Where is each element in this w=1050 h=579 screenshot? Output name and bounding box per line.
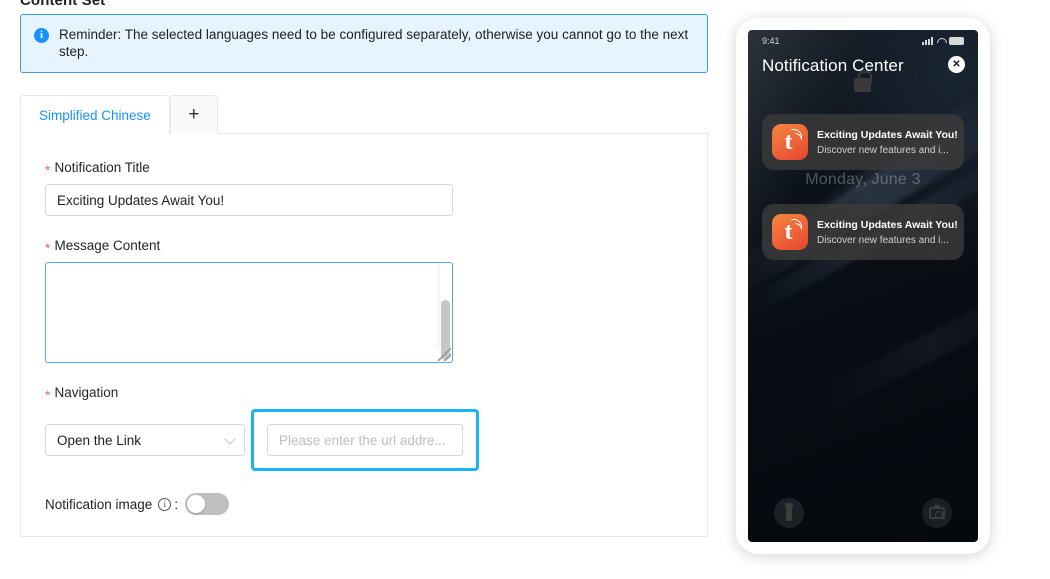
- notification-title-group: * Notification Title: [45, 160, 683, 216]
- camera-button[interactable]: [922, 498, 952, 528]
- message-content-textarea[interactable]: [45, 262, 453, 363]
- close-icon[interactable]: ✕: [948, 56, 965, 73]
- navigation-row: Open the Link: [45, 409, 683, 471]
- notification-body: Exciting Updates Await You! Discover new…: [817, 218, 958, 246]
- label-text: Notification image: [45, 496, 153, 512]
- wallpaper-streak: [798, 263, 978, 423]
- form-panel: * Notification Title * Message Content: [20, 133, 708, 537]
- message-content-group: * Message Content: [45, 238, 683, 363]
- required-marker: *: [45, 386, 51, 403]
- notification-card[interactable]: t Exciting Updates Await You! Discover n…: [762, 204, 964, 260]
- chevron-down-icon: [224, 433, 236, 445]
- plus-icon: +: [188, 104, 200, 125]
- notification-title-label: * Notification Title: [45, 160, 683, 178]
- label-colon: :: [174, 496, 179, 512]
- lock-icon: [854, 71, 872, 92]
- phone-bottom-bar: [748, 498, 978, 528]
- cellular-signal-icon: [922, 37, 933, 45]
- navigation-type-value: Open the Link: [57, 432, 142, 448]
- notification-title: Exciting Updates Await You!: [817, 218, 958, 231]
- notification-body: Exciting Updates Await You! Discover new…: [817, 128, 958, 156]
- notification-image-row: Notification image :: [45, 493, 683, 515]
- wifi-icon: [936, 37, 946, 45]
- phone-screen: 9:41 Notification Center ✕ Monday, June …: [748, 30, 978, 542]
- notification-subtitle: Discover new features and i...: [817, 144, 949, 156]
- tab-label: Simplified Chinese: [39, 107, 151, 123]
- reminder-alert-text: Reminder: The selected languages need to…: [59, 27, 689, 59]
- message-content-label: * Message Content: [45, 238, 683, 256]
- message-content-wrapper: [45, 262, 453, 363]
- add-language-tab-button[interactable]: +: [169, 95, 218, 134]
- form-column: Reminder: The selected languages need to…: [20, 14, 708, 537]
- navigation-type-select[interactable]: Open the Link: [45, 424, 245, 456]
- navigation-label: * Navigation: [45, 385, 683, 403]
- url-input[interactable]: [267, 424, 463, 456]
- info-circle-outline-icon[interactable]: [158, 497, 172, 511]
- status-bar-icons: [922, 37, 964, 45]
- required-marker: *: [45, 239, 51, 256]
- notification-image-label: Notification image: [45, 496, 172, 512]
- lockscreen-date: Monday, June 3: [805, 171, 921, 188]
- phone-preview-frame: 9:41 Notification Center ✕ Monday, June …: [736, 18, 990, 554]
- notification-subtitle: Discover new features and i...: [817, 234, 949, 246]
- page-title: Content Set: [20, 0, 106, 9]
- reminder-alert: Reminder: The selected languages need to…: [20, 14, 708, 73]
- notification-image-toggle[interactable]: [185, 493, 230, 515]
- label-text: Navigation: [54, 385, 119, 400]
- battery-icon: [949, 37, 964, 45]
- camera-icon: [929, 505, 945, 519]
- language-tabs: Simplified Chinese +: [20, 95, 708, 135]
- app-logo-icon: t: [772, 214, 808, 250]
- phone-status-bar: 9:41: [748, 36, 978, 46]
- notification-title-input[interactable]: [45, 184, 453, 216]
- flashlight-icon: [785, 502, 793, 521]
- notification-card[interactable]: t Exciting Updates Await You! Discover n…: [762, 114, 964, 170]
- status-bar-time: 9:41: [762, 36, 780, 46]
- info-circle-icon: [34, 27, 49, 43]
- flashlight-button[interactable]: [774, 498, 804, 528]
- textarea-resize-handle[interactable]: [438, 348, 451, 361]
- app-logo-icon: t: [772, 124, 808, 160]
- navigation-group: * Navigation Open the Link: [45, 385, 683, 471]
- url-input-highlight: [251, 409, 479, 471]
- notification-center-title: Notification Center: [762, 56, 904, 75]
- page-root: Content Set Reminder: The selected langu…: [0, 0, 1050, 579]
- required-marker: *: [45, 161, 51, 178]
- toggle-knob: [187, 495, 206, 513]
- label-text: Message Content: [54, 238, 161, 253]
- label-text: Notification Title: [54, 160, 150, 175]
- notification-title: Exciting Updates Await You!: [817, 128, 958, 141]
- tab-simplified-chinese[interactable]: Simplified Chinese: [20, 95, 170, 135]
